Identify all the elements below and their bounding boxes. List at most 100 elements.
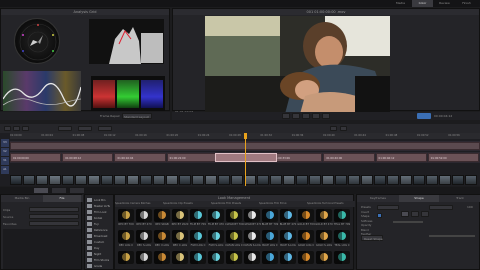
shape-dropdown[interactable] [377, 205, 399, 210]
lut-preset-tile[interactable] [171, 251, 189, 270]
clip-thumbnail[interactable] [101, 175, 113, 185]
timeline-clip[interactable]: 01:00:22:00 [166, 153, 218, 162]
left-panel-list[interactable] [3, 229, 81, 269]
stop-button[interactable] [302, 113, 310, 119]
lut-preset-tile[interactable]: REC LOG C [117, 230, 135, 249]
clip-thumbnail[interactable] [231, 175, 243, 185]
clip-thumbnail[interactable] [153, 175, 165, 185]
lut-preset-tile[interactable] [243, 251, 261, 270]
mode-dropdown[interactable]: Standard Layout [122, 113, 152, 119]
clip-thumbnail[interactable] [140, 175, 152, 185]
top-tab-review[interactable]: Review [434, 0, 455, 7]
blade-tool-button[interactable] [13, 126, 20, 131]
track-header[interactable]: A1 [1, 166, 9, 174]
inspector-tab-track[interactable]: Track [440, 195, 480, 202]
lut-category-tab[interactable]: Speedlooks Film Presets [211, 202, 241, 206]
lut-preset-tile[interactable] [225, 251, 243, 270]
lut-preset-tile[interactable]: REC V-LOG [153, 230, 171, 249]
clip-thumbnail[interactable] [62, 175, 74, 185]
lut-preset-tile[interactable] [279, 251, 297, 270]
timeline-clip[interactable]: 01:00:08:12 [62, 153, 114, 162]
clip-thumbnail[interactable] [413, 175, 425, 185]
lut-preset-tile[interactable]: GOLD BT 470 [315, 209, 333, 228]
clip-thumbnail[interactable] [348, 175, 360, 185]
loop-button[interactable] [322, 113, 330, 119]
lut-preset-tile[interactable]: CLEAN S-LOG [243, 230, 261, 249]
snap-button[interactable] [78, 126, 92, 131]
left-panel-row[interactable]: Source [3, 214, 81, 220]
left-panel-row-field[interactable] [29, 214, 79, 219]
track-header[interactable]: V2 [1, 148, 9, 156]
lut-preset-tile[interactable]: GOLD BT 709 [297, 209, 315, 228]
viewer-image[interactable] [205, 16, 390, 114]
track-header[interactable]: V1 [1, 157, 9, 165]
lut-preset-tile[interactable]: REC BT 709 [117, 209, 135, 228]
clip-thumbnail[interactable] [439, 175, 451, 185]
lower-tab[interactable] [52, 188, 66, 193]
forward-button[interactable] [312, 113, 320, 119]
ripple-button[interactable] [98, 126, 112, 131]
invert-checkbox[interactable] [377, 213, 382, 218]
viewer-mode-button[interactable] [417, 113, 431, 119]
clip-thumbnail[interactable] [335, 175, 347, 185]
timeline-clip[interactable]: 01:00:40:00 [323, 153, 375, 162]
timeline-clip[interactable]: 01:00:16:04 [114, 153, 166, 162]
clip-thumbnail[interactable] [374, 175, 386, 185]
softness-slider[interactable] [393, 221, 423, 223]
lut-preset-tile[interactable] [315, 251, 333, 270]
lut-preset-tile[interactable] [189, 251, 207, 270]
clip-thumbnail[interactable] [452, 175, 464, 185]
lut-preset-tile[interactable]: CLEAN LOG C [225, 230, 243, 249]
lut-preset-tile[interactable] [261, 251, 279, 270]
clip-thumbnail[interactable] [205, 175, 217, 185]
clip-thumbnail[interactable] [400, 175, 412, 185]
shape-type-button[interactable] [411, 211, 419, 217]
lut-preset-tile[interactable] [135, 251, 153, 270]
inspector-tab-keyframes[interactable]: Keyframes [358, 195, 398, 202]
clip-thumbnail[interactable] [426, 175, 438, 185]
timeline-clip[interactable]: 01:00:00:00 [10, 153, 62, 162]
left-panel-row-field[interactable] [29, 207, 79, 212]
select-tool-button[interactable] [4, 126, 11, 131]
rewind-button[interactable] [282, 113, 290, 119]
left-panel-row-field[interactable] [29, 221, 79, 226]
lut-preset-tile[interactable]: FILM BT 470 [207, 209, 225, 228]
lut-preset-tile[interactable]: BLUE BT 470 [279, 209, 297, 228]
trim-tool-button[interactable] [22, 126, 29, 131]
left-tab-file[interactable]: File [43, 195, 81, 202]
clip-thumbnail[interactable] [127, 175, 139, 185]
lut-preset-tile[interactable] [153, 251, 171, 270]
track-header[interactable]: V3 [1, 139, 9, 147]
lower-tab[interactable] [70, 188, 84, 193]
lut-preset-tile[interactable]: FILM BT 709 [189, 209, 207, 228]
lut-preset-tile[interactable]: REC BT 470 [135, 209, 153, 228]
left-panel-row[interactable]: Favorites [3, 221, 81, 227]
lut-preset-tile[interactable] [117, 251, 135, 270]
left-tab-media-bin[interactable]: Media Bin [3, 195, 41, 202]
lut-preset-tile[interactable]: GOLD LOG C [297, 230, 315, 249]
clip-thumbnail[interactable] [387, 175, 399, 185]
clip-thumbnail[interactable] [75, 175, 87, 185]
clip-thumbnail[interactable] [270, 175, 282, 185]
blend-dropdown[interactable] [429, 205, 453, 210]
lut-preset-tile[interactable]: REC S-LOG [135, 230, 153, 249]
shape-type-button[interactable] [421, 211, 429, 217]
clip-thumbnail[interactable] [309, 175, 321, 185]
lut-category-tab[interactable]: Speedlooks Clip Presets [163, 202, 193, 206]
lower-tab-active[interactable] [34, 188, 48, 193]
left-panel-row[interactable]: Clips [3, 207, 81, 213]
clip-thumbnail[interactable] [192, 175, 204, 185]
zoom-out-button[interactable] [330, 126, 337, 131]
clip-thumbnail[interactable] [283, 175, 295, 185]
clip-thumbnail[interactable] [218, 175, 230, 185]
lut-preset-tile[interactable]: REC SRGB [153, 209, 171, 228]
lut-preset-tile[interactable]: CLEAN BT 470 [243, 209, 261, 228]
timeline-clip[interactable]: 01:00:46:12 [375, 153, 427, 162]
lut-preset-tile[interactable]: REC BT 2020 [171, 209, 189, 228]
add-track-button[interactable] [58, 126, 72, 131]
lut-preset-tile[interactable]: TEAL BT 709 [333, 209, 351, 228]
top-tab-color[interactable]: Color [412, 0, 433, 7]
lut-preset-tile[interactable] [207, 251, 225, 270]
timeline-clip[interactable]: 01:00:33:06 [271, 153, 323, 162]
lut-category-tab[interactable]: Speedlooks Camera Patches [115, 202, 150, 206]
